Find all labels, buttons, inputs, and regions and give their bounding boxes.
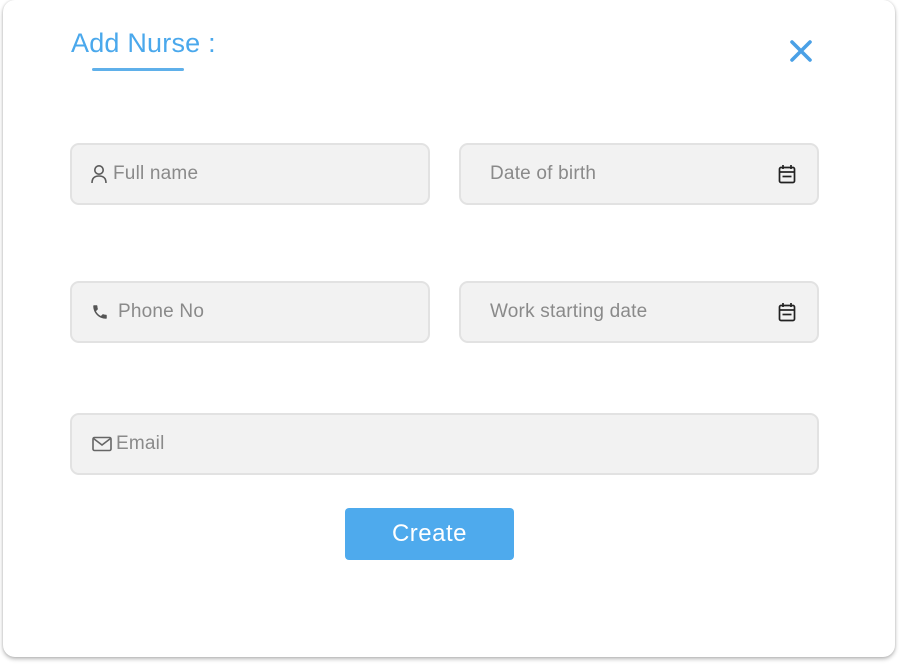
calendar-icon[interactable] bbox=[777, 302, 797, 322]
phone-placeholder: Phone No bbox=[118, 301, 205, 322]
full-name-field[interactable]: Full name bbox=[70, 143, 430, 205]
work-starting-date-field[interactable]: Work starting date bbox=[459, 281, 819, 343]
mail-icon bbox=[92, 434, 112, 454]
close-icon bbox=[790, 40, 812, 62]
email-field[interactable]: Email bbox=[70, 413, 819, 475]
phone-field[interactable]: Phone No bbox=[70, 281, 430, 343]
email-placeholder: Email bbox=[116, 433, 165, 454]
add-nurse-dialog: Add Nurse : Full name Date of birth Phon… bbox=[3, 0, 895, 657]
full-name-placeholder: Full name bbox=[113, 163, 199, 184]
person-icon bbox=[89, 164, 109, 184]
date-of-birth-field[interactable]: Date of birth bbox=[459, 143, 819, 205]
dialog-title: Add Nurse : bbox=[71, 28, 216, 58]
phone-icon bbox=[90, 302, 110, 322]
calendar-icon[interactable] bbox=[777, 164, 797, 184]
title-underline bbox=[92, 68, 184, 71]
work-starting-date-placeholder: Work starting date bbox=[490, 301, 648, 322]
close-button[interactable] bbox=[786, 36, 816, 66]
create-button[interactable]: Create bbox=[345, 508, 514, 560]
date-of-birth-placeholder: Date of birth bbox=[490, 163, 597, 184]
